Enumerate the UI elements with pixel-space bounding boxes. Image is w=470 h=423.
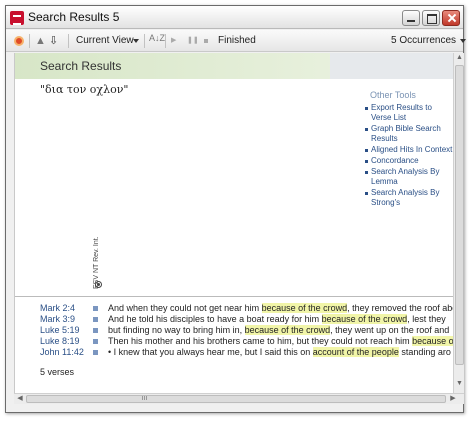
search-hit: because o [412,336,453,346]
result-count: 5 verses [40,367,75,377]
scroll-left-arrow-icon[interactable]: ◀ [15,394,25,404]
hit-marker-icon [93,350,98,355]
hit-marker-icon [93,317,98,322]
close-button[interactable] [442,10,460,26]
hit-marker-icon [93,339,98,344]
search-hit: account of the people [312,347,399,357]
panel-header-right [330,53,453,79]
tool-link-analysis-lemma[interactable]: Search Analysis By Lemma [364,167,453,187]
verse-text: • I knew that you always hear me, but I … [108,347,451,357]
search-status: Finished [218,35,256,46]
toolbar-separator [68,34,69,48]
occurrences-label: 5 Occurrences [391,35,457,46]
horizontal-scroll-thumb[interactable] [26,395,446,403]
tool-link-graph[interactable]: Graph Bible Search Results [364,124,453,144]
current-view-label: Current View [76,35,134,46]
version-radio[interactable] [95,281,102,288]
other-tools-list: Export Results to Verse List Graph Bible… [364,103,453,209]
previous-arrow-icon[interactable]: ▲ [35,33,47,49]
tool-link-analysis-strongs[interactable]: Search Analysis By Strong's [364,188,453,208]
verse-text: And he told his disciples to have a boat… [108,314,446,324]
toolbar: ▲ ⇩ Current View A↓Z ▶ ❚❚ Finished 5 Occ… [6,30,467,52]
verse-reference[interactable]: Luke 5:19 [40,325,80,336]
scroll-down-arrow-icon[interactable]: ▼ [455,380,464,390]
scroll-right-arrow-icon[interactable]: ▶ [448,394,458,404]
search-hit: because of the crowd [244,325,331,335]
sort-icon[interactable]: A↓Z [149,34,165,50]
verse-text: but finding no way to bring him in, beca… [108,325,450,335]
horizontal-scrollbar[interactable]: ◀ ▶ [14,393,464,404]
chevron-down-icon [133,39,139,43]
current-view-dropdown[interactable]: Current View [76,33,141,49]
tool-link-export[interactable]: Export Results to Verse List [364,103,453,123]
play-icon[interactable]: ▶ [171,33,179,49]
title-bar[interactable]: Search Results 5 [6,6,463,29]
toolbar-separator [29,34,30,48]
hit-marker-icon [93,328,98,333]
result-row[interactable]: Luke 8:19 Then his mother and his brothe… [15,336,453,347]
verse-reference[interactable]: John 11:42 [40,347,84,358]
app-logo-icon [10,11,24,25]
divider [15,296,453,297]
search-results-window: Search Results 5 ▲ ⇩ Current View A↓Z ▶ … [5,5,467,413]
tool-link-concordance[interactable]: Concordance [364,156,453,166]
toolbar-separator [165,34,166,48]
verse-reference[interactable]: Mark 2:4 [40,303,75,314]
verse-text: Then his mother and his brothers came to… [108,336,453,346]
vertical-scrollbar[interactable]: ▲ ▼ [453,53,464,393]
occurrences-dropdown[interactable]: 5 Occurrences [391,33,467,49]
verse-text: And when they could not get near him bec… [108,303,453,313]
vertical-scroll-thumb[interactable] [455,65,464,365]
maximize-button[interactable] [422,10,440,26]
next-arrow-icon[interactable]: ⇩ [49,33,61,49]
search-hit: because of the crowd [321,314,408,324]
verse-reference[interactable]: Luke 8:19 [40,336,80,347]
panel-header: Search Results [15,53,453,79]
tool-link-aligned-hits[interactable]: Aligned Hits In Context [364,145,453,155]
results-panel: Search Results "δια τον οχλον" Other Too… [14,53,453,393]
result-row[interactable]: Mark 3:9 And he told his disciples to ha… [15,314,453,325]
toolbar-separator [144,34,145,48]
result-row[interactable]: Mark 2:4 And when they could not get nea… [15,303,453,314]
hit-marker-icon [93,306,98,311]
verse-reference[interactable]: Mark 3:9 [40,314,75,325]
window-title: Search Results 5 [28,10,120,24]
stop-icon[interactable] [203,39,211,44]
stop-search-icon[interactable] [14,36,24,46]
scroll-grip-icon [142,396,148,400]
result-row[interactable]: John 11:42 • I knew that you always hear… [15,347,453,358]
page-title: Search Results [40,59,122,73]
minimize-button[interactable] [402,10,420,26]
search-query: "δια τον οχλον" [40,83,129,96]
chevron-down-icon [460,39,467,43]
pause-icon[interactable]: ❚❚ [187,33,199,49]
result-row[interactable]: Luke 5:19 but finding no way to bring hi… [15,325,453,336]
other-tools-title: Other Tools [370,90,416,100]
search-hit: because of the crowd [261,303,348,313]
scroll-up-arrow-icon[interactable]: ▲ [455,54,464,64]
